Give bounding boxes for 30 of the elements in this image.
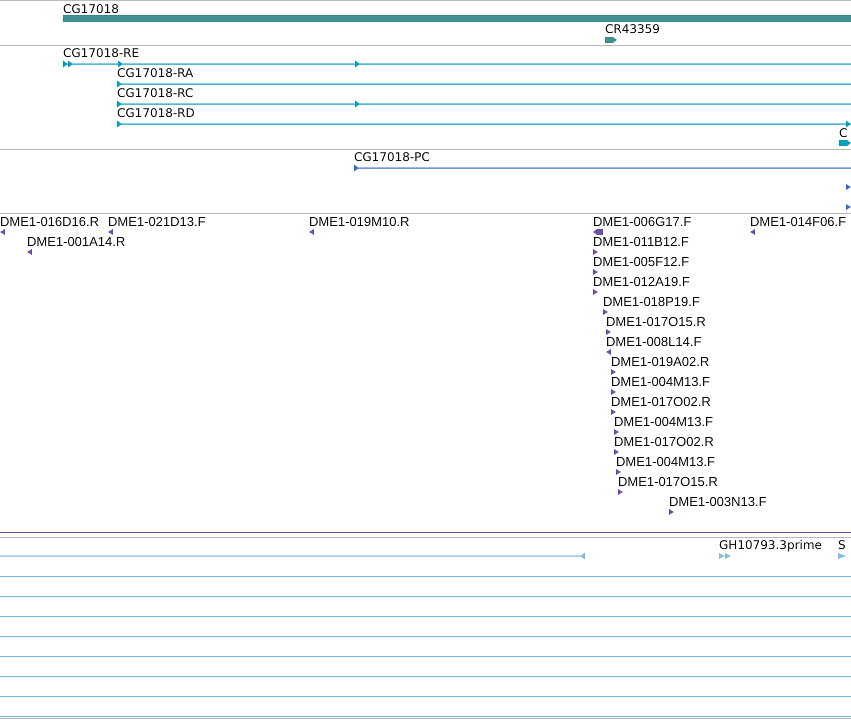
transcript-label: C — [839, 126, 848, 140]
est-label: DME1-005F12.F — [593, 254, 690, 269]
est-label: DME1-017O02.R — [614, 434, 714, 449]
est-label: DME1-021D13.F — [108, 214, 206, 229]
est-label: DME1-003N13.F — [669, 494, 767, 509]
est-label: DME1-017O02.R — [611, 394, 711, 409]
gene-label: CR43359 — [605, 22, 660, 36]
protein-label: CG17018-PC — [354, 150, 430, 164]
est-label: DME1-017O15.R — [606, 314, 706, 329]
gene-label: CG17018 — [63, 2, 119, 16]
est-label: DME1-006G17.F — [593, 214, 692, 229]
est-label: DME1-019M10.R — [309, 214, 410, 229]
est-label: DME1-014F06.F — [750, 214, 846, 229]
est-label: DME1-016D16.R — [0, 214, 99, 229]
est-label: DME1-004M13.F — [611, 374, 710, 389]
cdna-label: S — [838, 538, 846, 552]
transcript-label: CG17018-RD — [117, 106, 195, 120]
est-label: DME1-004M13.F — [616, 454, 715, 469]
transcript-label: CG17018-RC — [117, 86, 194, 100]
est-label: DME1-004M13.F — [614, 414, 713, 429]
transcript-label: CG17018-RE — [63, 46, 140, 60]
est-label: DME1-017O15.R — [618, 474, 718, 489]
est-label: DME1-019A02.R — [611, 354, 710, 369]
est-label: DME1-001A14.R — [27, 234, 126, 249]
est-label: DME1-018P19.F — [603, 294, 700, 309]
cdna-label: GH10793.3prime — [719, 538, 822, 552]
est-label: DME1-011B12.F — [593, 234, 689, 249]
est-label: DME1-008L14.F — [606, 334, 702, 349]
transcript-label: CG17018-RA — [117, 66, 194, 80]
est-label: DME1-012A19.F — [593, 274, 690, 289]
